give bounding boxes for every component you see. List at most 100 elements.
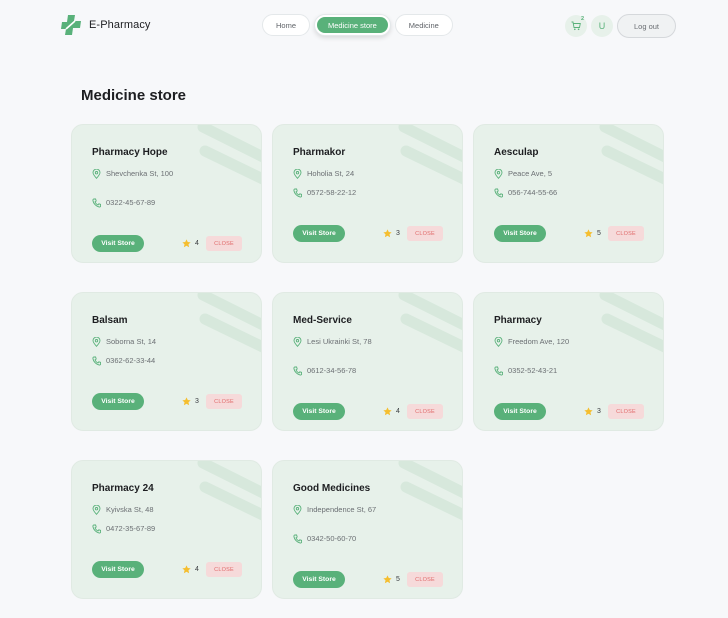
store-address-row: Kyivska St, 48	[92, 505, 178, 515]
store-name: Pharmacy Hope	[92, 147, 168, 158]
store-phone-row: 0472-35-67-89	[92, 524, 155, 534]
visit-store-button[interactable]: Visit Store	[92, 235, 144, 252]
store-rating: 4	[182, 565, 199, 574]
store-card: Pharmakor Hoholia St, 24 0572-58-22-12 V…	[272, 124, 463, 263]
status-badge: CLOSE	[608, 226, 644, 241]
store-phone: 0362-62-33-44	[106, 356, 156, 365]
store-phone: 0572-58-22-12	[307, 188, 357, 197]
rating-value: 4	[195, 240, 199, 247]
card-decoration	[197, 293, 261, 353]
store-card: Pharmacy Hope Shevchenka St, 100 0322-45…	[71, 124, 262, 263]
visit-store-button[interactable]: Visit Store	[293, 403, 345, 420]
map-pin-icon	[92, 337, 101, 347]
brand-name: E-Pharmacy	[89, 19, 151, 31]
cart-button[interactable]: 2	[565, 15, 587, 37]
store-address-row: Hoholia St, 24	[293, 169, 379, 179]
store-name: Pharmacy 24	[92, 483, 154, 494]
store-address: Freedom Ave, 120	[508, 337, 570, 346]
status-badge: CLOSE	[206, 394, 242, 409]
map-pin-icon	[293, 169, 302, 179]
store-address: Kyivska St, 48	[106, 505, 154, 514]
store-card: Good Medicines Independence St, 67 0342-…	[272, 460, 463, 599]
star-icon	[182, 565, 191, 574]
map-pin-icon	[293, 505, 302, 515]
phone-icon	[494, 366, 503, 376]
star-icon	[182, 397, 191, 406]
rating-value: 4	[195, 566, 199, 573]
nav-home-label: Home	[276, 20, 297, 30]
card-decoration	[599, 125, 663, 185]
rating-value: 3	[195, 398, 199, 405]
star-icon	[383, 229, 392, 238]
phone-icon	[293, 534, 302, 544]
store-address-row: Lesi Ukrainki St, 78	[293, 337, 379, 347]
store-rating: 4	[182, 239, 199, 248]
store-phone: 056-744-55-66	[508, 188, 558, 197]
store-rating: 5	[584, 229, 601, 238]
phone-icon	[92, 524, 101, 534]
store-name: Balsam	[92, 315, 128, 326]
store-phone-row: 0322-45-67-89	[92, 198, 155, 208]
cart-icon	[571, 21, 581, 31]
nav-medicine[interactable]: Medicine	[394, 14, 453, 36]
logout-button[interactable]: Log out	[617, 14, 676, 38]
visit-store-button[interactable]: Visit Store	[92, 393, 144, 410]
card-decoration	[197, 461, 261, 521]
store-address: Peace Ave, 5	[508, 169, 553, 178]
star-icon	[584, 229, 593, 238]
user-avatar[interactable]: U	[591, 15, 613, 37]
store-card: Aesculap Peace Ave, 5 056-744-55-66 Visi…	[473, 124, 664, 263]
visit-store-button[interactable]: Visit Store	[293, 225, 345, 242]
card-decoration	[398, 125, 462, 185]
rating-value: 5	[597, 230, 601, 237]
star-icon	[584, 407, 593, 416]
store-address: Lesi Ukrainki St, 78	[307, 337, 372, 346]
nav-home[interactable]: Home	[262, 14, 311, 36]
store-rating: 5	[383, 575, 400, 584]
store-phone: 0342-50-60-70	[307, 534, 357, 543]
visit-store-button[interactable]: Visit Store	[494, 225, 546, 242]
map-pin-icon	[494, 337, 503, 347]
status-badge: CLOSE	[407, 404, 443, 419]
card-decoration	[197, 125, 261, 185]
nav-medicine-store-label: Medicine store	[317, 17, 388, 33]
nav-medicine-store[interactable]: Medicine store	[314, 14, 391, 36]
store-address-row: Shevchenka St, 100	[92, 169, 178, 179]
store-phone: 0612-34-56-78	[307, 366, 357, 375]
visit-store-button[interactable]: Visit Store	[494, 403, 546, 420]
status-badge: CLOSE	[407, 226, 443, 241]
store-phone-row: 0612-34-56-78	[293, 366, 356, 376]
visit-store-button[interactable]: Visit Store	[92, 561, 144, 578]
visit-store-button[interactable]: Visit Store	[293, 571, 345, 588]
phone-icon	[293, 188, 302, 198]
store-address: Soborna St, 14	[106, 337, 157, 346]
rating-value: 5	[396, 576, 400, 583]
store-name: Pharmacy	[494, 315, 542, 326]
status-badge: CLOSE	[206, 236, 242, 251]
status-badge: CLOSE	[206, 562, 242, 577]
store-rating: 4	[383, 407, 400, 416]
store-name: Med-Service	[293, 315, 352, 326]
map-pin-icon	[92, 169, 101, 179]
phone-icon	[92, 356, 101, 366]
store-address-row: Peace Ave, 5	[494, 169, 580, 179]
cart-count-badge: 2	[580, 16, 584, 22]
main-nav: Home Medicine store Medicine	[262, 14, 453, 36]
star-icon	[383, 575, 392, 584]
store-card: Med-Service Lesi Ukrainki St, 78 0612-34…	[272, 292, 463, 431]
store-address: Hoholia St, 24	[307, 169, 355, 178]
star-icon	[383, 407, 392, 416]
top-header: E-Pharmacy Home Medicine store Medicine …	[0, 0, 728, 52]
store-phone-row: 056-744-55-66	[494, 188, 557, 198]
store-rating: 3	[383, 229, 400, 238]
store-name: Aesculap	[494, 147, 539, 158]
map-pin-icon	[92, 505, 101, 515]
phone-icon	[293, 366, 302, 376]
store-phone: 0472-35-67-89	[106, 524, 156, 533]
phone-icon	[92, 198, 101, 208]
store-phone: 0322-45-67-89	[106, 198, 156, 207]
rating-value: 3	[396, 230, 400, 237]
store-card: Balsam Soborna St, 14 0362-62-33-44 Visi…	[71, 292, 262, 431]
store-phone-row: 0362-62-33-44	[92, 356, 155, 366]
logo[interactable]: E-Pharmacy	[60, 14, 151, 36]
